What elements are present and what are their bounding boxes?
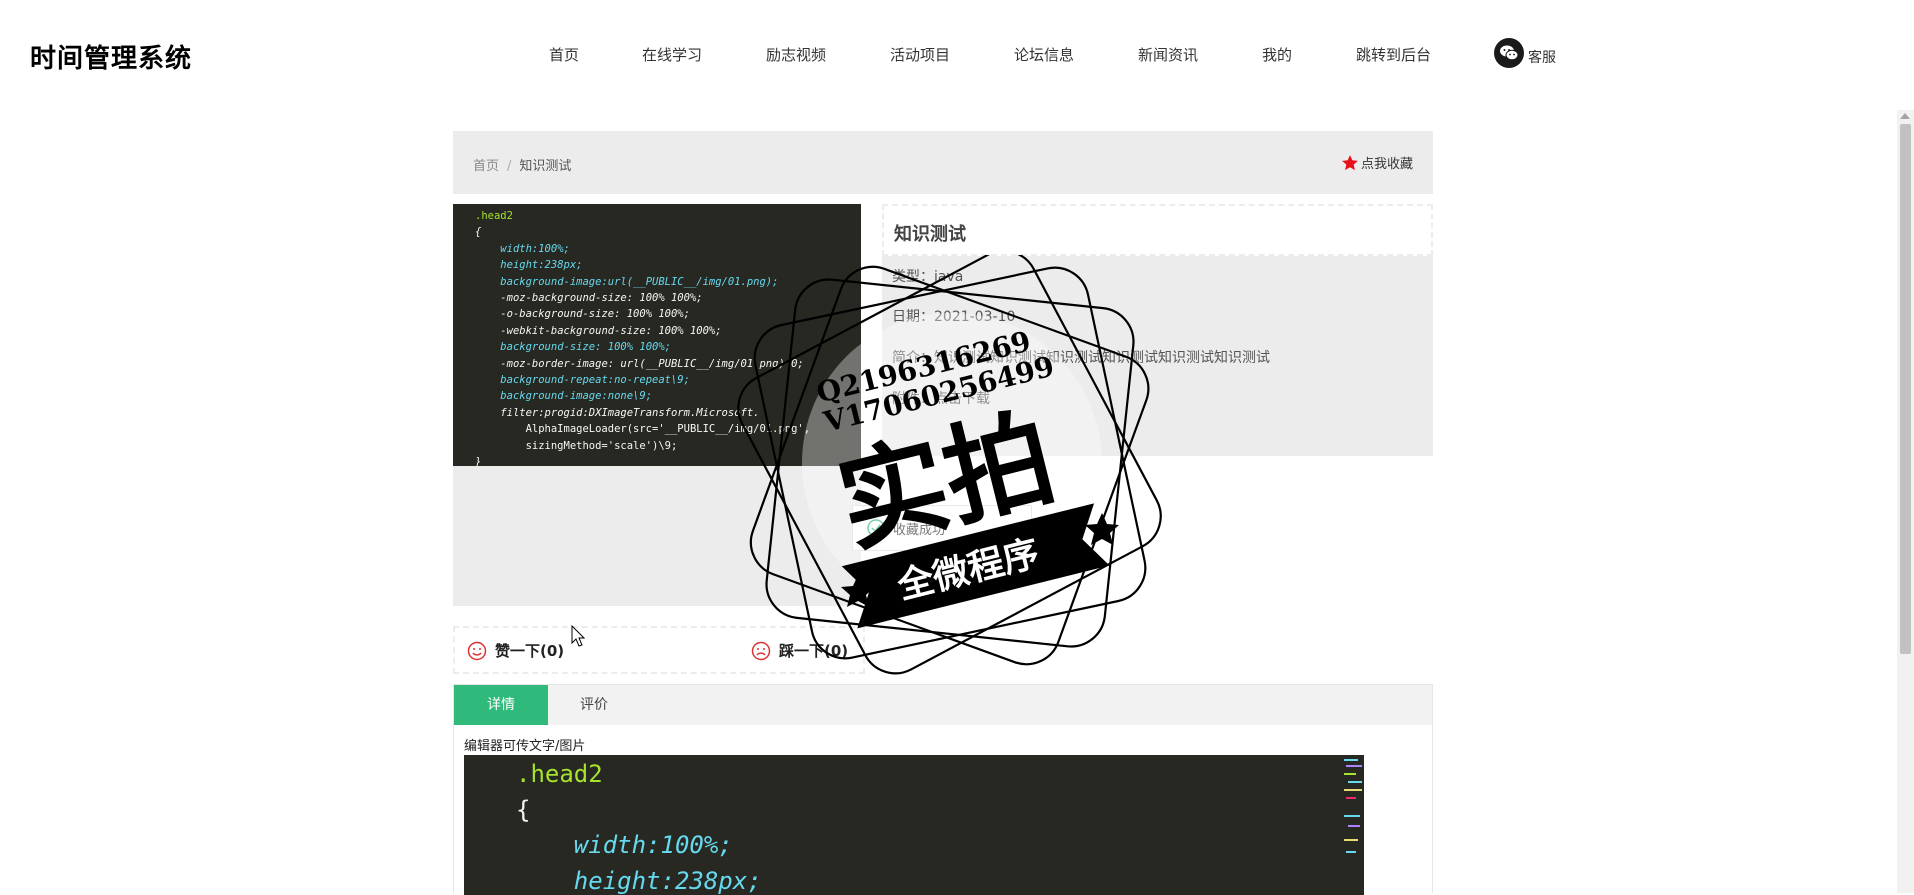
code-line: background-repeat:no-repeat\9; [500,374,690,387]
code-line: -moz-border-image: url(__PUBLIC__/img/01… [500,357,804,370]
tab-detail[interactable]: 详情 [454,685,548,725]
nav-item-online-learning[interactable]: 在线学习 [642,44,702,65]
customer-service-label: 客服 [1528,50,1556,66]
code-line: } [475,456,482,466]
code-line: height:238px; [500,259,583,272]
code-line: -o-background-size: 100% 100%; [500,308,690,321]
nav-item-motivation-videos[interactable]: 励志视频 [766,44,826,65]
code-line: { [516,795,531,824]
like-label: 赞一下(0) [495,642,565,660]
code-line: .head2 [516,760,603,788]
star-icon [1342,154,1358,170]
wechat-icon [1494,38,1524,68]
code-line: background-image:url(__PUBLIC__/img/01.p… [500,275,779,288]
code-line: background-image:none\9; [500,390,653,403]
code-line: -moz-background-size: 100% 100%; [500,292,703,305]
tab-review[interactable]: 评价 [548,685,640,725]
favorite-button[interactable]: 点我收藏 [1341,153,1413,172]
nav-item-forum[interactable]: 论坛信息 [1014,44,1074,65]
breadcrumb-current: 知识测试 [519,159,572,174]
info-title-box: 知识测试 [882,204,1433,256]
code-line: width:100%; [573,831,733,859]
breadcrumb-home[interactable]: 首页 [473,159,499,174]
product-image-area: .head2 { width:100%; height:238px; backg… [453,204,861,606]
mouse-cursor-icon [571,625,585,647]
code-line: background-size: 100% 100%; [500,341,671,354]
nav-item-home[interactable]: 首页 [549,44,579,65]
nav-item-activities[interactable]: 活动项目 [890,44,950,65]
dislike-label: 踩一下(0) [779,642,849,660]
nav-item-news[interactable]: 新闻资讯 [1138,44,1198,65]
breadcrumb-separator: / [507,159,512,174]
like-button[interactable]: 赞一下(0) [467,640,564,661]
detail-tabs: 详情 评价 [453,684,1433,726]
product-image: .head2 { width:100%; height:238px; backg… [453,204,861,466]
breadcrumb: 首页 / 知识测试 [473,155,571,174]
type-row: 类型：java [892,269,964,285]
site-logo[interactable]: 时间管理系统 [30,38,192,75]
scroll-up-arrow-icon[interactable] [1900,113,1910,119]
toast-message: 收藏成功 [893,522,946,538]
detail-caption: 编辑器可传文字/图片 [464,739,586,754]
detail-content: 编辑器可传文字/图片 .head2 { width:100%; height:2… [453,725,1433,895]
date-row: 日期：2021-03-10 [892,309,1016,325]
scrollbar-thumb[interactable] [1900,124,1911,654]
favorite-label: 点我收藏 [1360,157,1413,172]
code-line: height:238px; [573,866,762,895]
code-line: sizingMethod='scale')\9; [525,439,678,452]
nav-item-admin[interactable]: 跳转到后台 [1356,44,1431,65]
description-row: 简介：知识测试知识测试知识测试知识测试知识测试知识测试 [892,350,1270,366]
smile-icon [467,641,487,660]
code-line: .head2 [475,210,513,222]
code-line: width:100%; [500,242,570,255]
frown-icon [751,641,771,660]
vote-bar: 赞一下(0) 踩一下(0) [453,626,865,674]
attachment-download-link[interactable]: 附件：点击下载 [892,388,990,408]
code-line: -webkit-background-size: 100% 100%; [500,324,722,337]
code-line: filter:progid:DXImageTransform.Microsoft… [500,406,760,419]
breadcrumb-bar: 首页 / 知识测试 点我收藏 [453,131,1433,194]
check-circle-icon [867,519,885,537]
dislike-button[interactable]: 踩一下(0) [751,640,848,661]
detail-image: .head2 { width:100%; height:238px; [464,755,1364,895]
code-minimap [1344,759,1362,853]
customer-service-link[interactable]: 客服 [1494,38,1556,68]
stamp-star-icon [1085,513,1119,545]
info-panel: 知识测试 类型：java 日期：2021-03-10 简介：知识测试知识测试知识… [882,204,1433,456]
item-title: 知识测试 [894,224,966,245]
code-line: { [475,226,482,239]
collect-success-toast: 收藏成功 [852,505,1032,551]
nav-item-mine[interactable]: 我的 [1262,44,1292,65]
code-line: AlphaImageLoader(src='__PUBLIC__/img/01.… [525,423,811,436]
